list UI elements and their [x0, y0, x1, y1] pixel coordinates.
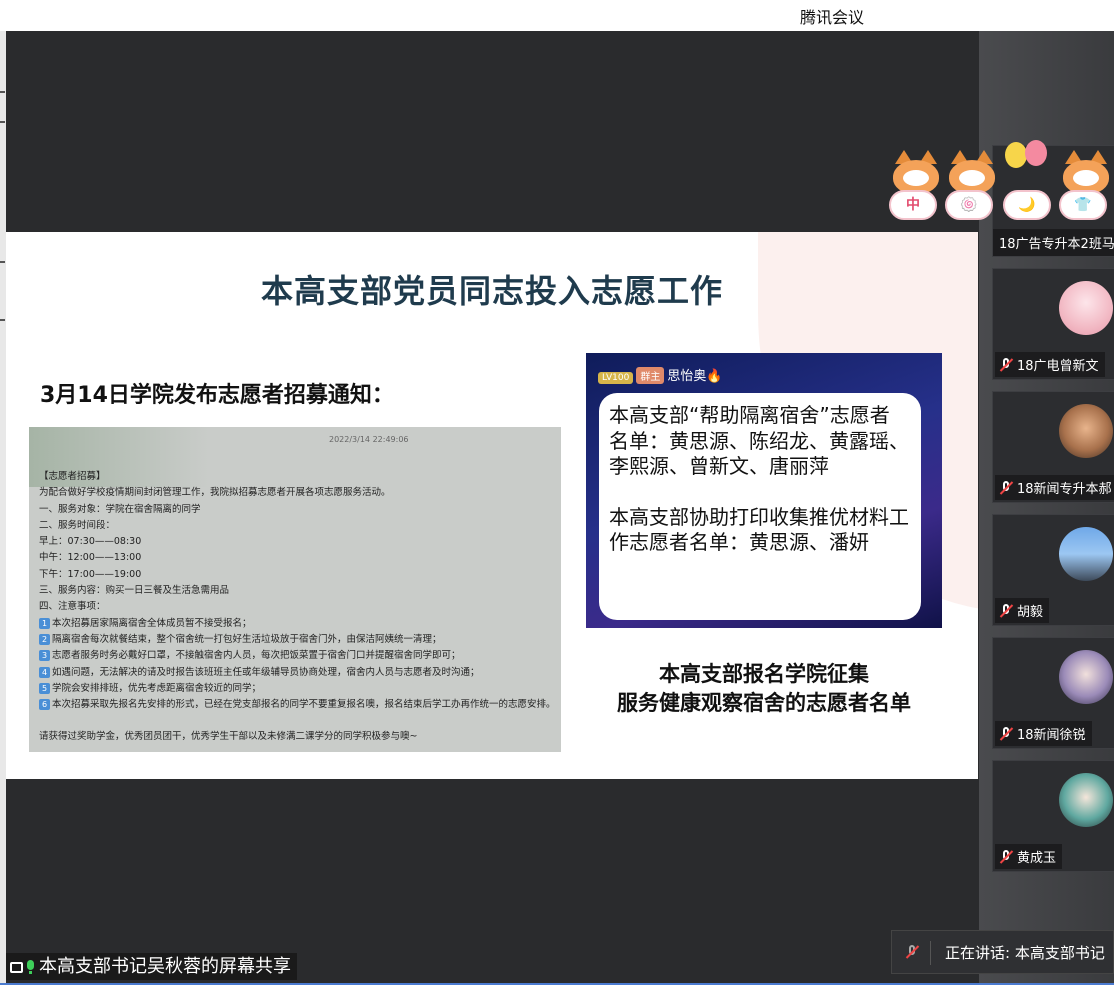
speaking-indicator: 正在讲话: 本高支部书记 — [891, 930, 1114, 974]
number-badge: 1 — [39, 617, 50, 629]
caption-line: 本高支部报名学院征集 — [659, 662, 869, 686]
mic-muted-icon — [999, 481, 1013, 495]
notice-line: 为配合做好学校疫情期间封闭管理工作，我院拟招募志愿者开展各项志愿服务活动。 — [39, 487, 391, 499]
participant-label: 18新闻专升本郝 — [995, 475, 1114, 500]
avatar — [1059, 281, 1113, 335]
avatar — [1059, 404, 1113, 458]
participant-name: 18广电曾新文 — [1017, 359, 1099, 374]
cat-icon — [891, 150, 941, 194]
notice-item: 4 如遇问题，无法解决的请及时报告该班班主任或年级辅导员协商处理，宿舍内人员与志愿… — [39, 665, 556, 681]
balloon-icon — [1025, 140, 1047, 166]
chat-bubble: 本高支部“帮助隔离宿舍”志愿者名单：黄思源、陈绍龙、黄露瑶、李熙源、曾新文、唐丽… — [599, 393, 921, 620]
microphone-icon — [26, 960, 35, 974]
slide-subtitle: 3月14日学院发布志愿者招募通知： — [40, 383, 394, 408]
number-badge: 2 — [39, 633, 50, 645]
chat-screenshot: LV100 群主 思怡奥🔥 本高支部“帮助隔离宿舍”志愿者名单：黄思源、陈绍龙、黄露… — [586, 353, 942, 628]
chat-sender-row: LV100 群主 思怡奥🔥 — [598, 365, 723, 384]
notice-item-text: 学院会安排排班，优先考虑距离宿舍较近的同学； — [52, 682, 262, 694]
mic-muted-icon — [999, 358, 1013, 372]
cat-sticker-decoration: 中 🍥 🌙 👕 — [885, 140, 1114, 225]
participant-name: 18新闻专升本郝 — [1017, 482, 1112, 497]
chat-message-part2: 本高支部协助打印收集推优材料工作志愿者名单：黄思源、潘妍 — [609, 504, 909, 555]
mic-muted-icon[interactable] — [904, 944, 920, 960]
cloud-icon: 🌙 — [1003, 190, 1051, 220]
number-badge: 4 — [39, 666, 50, 678]
notice-body: 【志愿者招募】 为配合做好学校疫情期间封闭管理工作，我院拟招募志愿者开展各项志愿… — [39, 469, 556, 746]
cloud-icon: 中 — [889, 190, 937, 220]
avatar — [1059, 650, 1113, 704]
participant-name: 黄成玉 — [1017, 851, 1057, 866]
participant-name: 18新闻徐锐 — [1017, 728, 1086, 743]
notice-timestamp: 2022/3/14 22:49:06 — [329, 435, 409, 444]
shared-slide: 本高支部党员同志投入志愿工作 3月14日学院发布志愿者招募通知： 2022/3/… — [6, 232, 978, 779]
number-badge: 5 — [39, 682, 50, 694]
number-badge: 3 — [39, 650, 50, 662]
slide-title: 本高支部党员同志投入志愿工作 — [260, 272, 723, 310]
share-label-text: 本高支部书记吴秋蓉的屏幕共享 — [39, 956, 291, 977]
notice-item: 3 志愿者服务时务必戴好口罩，不接触宿舍内人员，每次把饭菜置于宿舍门口并提醒宿舍同… — [39, 648, 556, 664]
divider — [930, 941, 931, 965]
notice-item-text: 如遇问题，无法解决的请及时报告该班班主任或年级辅导员协商处理，宿舍内人员与志愿者… — [52, 666, 480, 678]
app-title: 腾讯会议 — [800, 8, 865, 27]
screen-share-label: 本高支部书记吴秋蓉的屏幕共享 — [6, 953, 297, 980]
chat-message: 本高支部“帮助隔离宿舍”志愿者名单：黄思源、陈绍龙、黄露瑶、李熙源、曾新文、唐丽… — [609, 403, 909, 556]
notice-item: 6 本次招募采取先报名先安排的形式，已经在党支部报名的同学不要重复报名噢，报名结束… — [39, 697, 556, 713]
participant-tile[interactable]: 18新闻专升本郝 — [992, 391, 1114, 503]
notice-item: 5 学院会安排排班，优先考虑距离宿舍较近的同学； — [39, 681, 556, 697]
mic-muted-icon — [999, 850, 1013, 864]
notice-item: 2 隔离宿舍每次就餐结束，整个宿舍统一打包好生活垃圾放于宿舍门外，由保洁阿姨统一清… — [39, 632, 556, 648]
participant-name: 18广告专升本2班马 — [993, 229, 1114, 256]
caption-line: 服务健康观察宿舍的志愿者名单 — [617, 691, 911, 715]
flame-icon: 🔥 — [706, 369, 723, 384]
cat-icon — [947, 150, 997, 194]
participant-label: 18新闻徐锐 — [995, 721, 1092, 746]
notice-item-text: 志愿者服务时务必戴好口罩，不接触宿舍内人员，每次把饭菜置于宿舍门口并提醒宿舍同学… — [52, 650, 461, 662]
notice-item: 1 本次招募居家隔离宿舍全体成员暂不接受报名； — [39, 616, 556, 632]
number-badge: 6 — [39, 699, 50, 711]
group-owner-badge: 群主 — [636, 367, 665, 384]
notice-line: 四、注意事项： — [39, 601, 106, 613]
notice-screenshot: 2022/3/14 22:49:06 【志愿者招募】 为配合做好学校疫情期间封闭… — [29, 427, 561, 752]
participant-label: 胡毅 — [995, 598, 1050, 623]
participant-tile[interactable]: 18新闻徐锐 — [992, 637, 1114, 749]
cat-icon — [1061, 150, 1111, 194]
notice-footer: 请获得过奖助学金，优秀团员团干，优秀学生干部以及未修满二课学分的同学积极参与噢~ — [39, 731, 418, 743]
notice-line: 【志愿者招募】 — [39, 471, 106, 482]
participant-tile[interactable]: 18广电曾新文 — [992, 268, 1114, 380]
level-badge: LV100 — [598, 372, 634, 384]
notice-item-text: 本次招募采取先报名先安排的形式，已经在党支部报名的同学不要重复报名噢，报名结束后… — [52, 699, 556, 711]
notice-item-text: 本次招募居家隔离宿舍全体成员暂不接受报名； — [52, 617, 252, 629]
participant-tile[interactable]: 黄成玉 — [992, 760, 1114, 872]
slide-caption: 本高支部报名学院征集 服务健康观察宿舍的志愿者名单 — [586, 660, 942, 718]
chat-message-part1: 本高支部“帮助隔离宿舍”志愿者名单：黄思源、陈绍龙、黄露瑶、李熙源、曾新文、唐丽… — [609, 403, 909, 478]
cloud-icon: 👕 — [1059, 190, 1107, 220]
cloud-icon: 🍥 — [945, 190, 993, 220]
mic-muted-icon — [999, 727, 1013, 741]
sender-name: 思怡奥 — [667, 369, 707, 384]
title-bar: 腾讯会议 — [0, 0, 1114, 31]
participant-label: 黄成玉 — [995, 844, 1063, 869]
balloon-icon — [1005, 142, 1027, 168]
notice-item-text: 隔离宿舍每次就餐结束，整个宿舍统一打包好生活垃圾放于宿舍门外，由保洁阿姨统一清理… — [52, 633, 442, 645]
notice-line: 一、服务对象：学院在宿舍隔离的同学 — [39, 503, 201, 515]
avatar — [1059, 773, 1113, 827]
mic-muted-icon — [999, 604, 1013, 618]
notice-line: 中午：12:00——13:00 — [39, 552, 142, 564]
notice-line: 三、服务内容：购买一日三餐及生活急需用品 — [39, 585, 230, 597]
screen-share-icon — [10, 962, 23, 973]
avatar — [1059, 527, 1113, 581]
notice-line: 二、服务时间段： — [39, 519, 116, 531]
participant-tile[interactable]: 胡毅 — [992, 514, 1114, 626]
notice-line: 下午：17:00——19:00 — [39, 568, 142, 580]
participant-label: 18广电曾新文 — [995, 352, 1105, 377]
speaking-text: 正在讲话: 本高支部书记 — [945, 944, 1105, 962]
notice-line: 早上：07:30——08:30 — [39, 536, 142, 548]
participant-name: 胡毅 — [1017, 605, 1044, 620]
